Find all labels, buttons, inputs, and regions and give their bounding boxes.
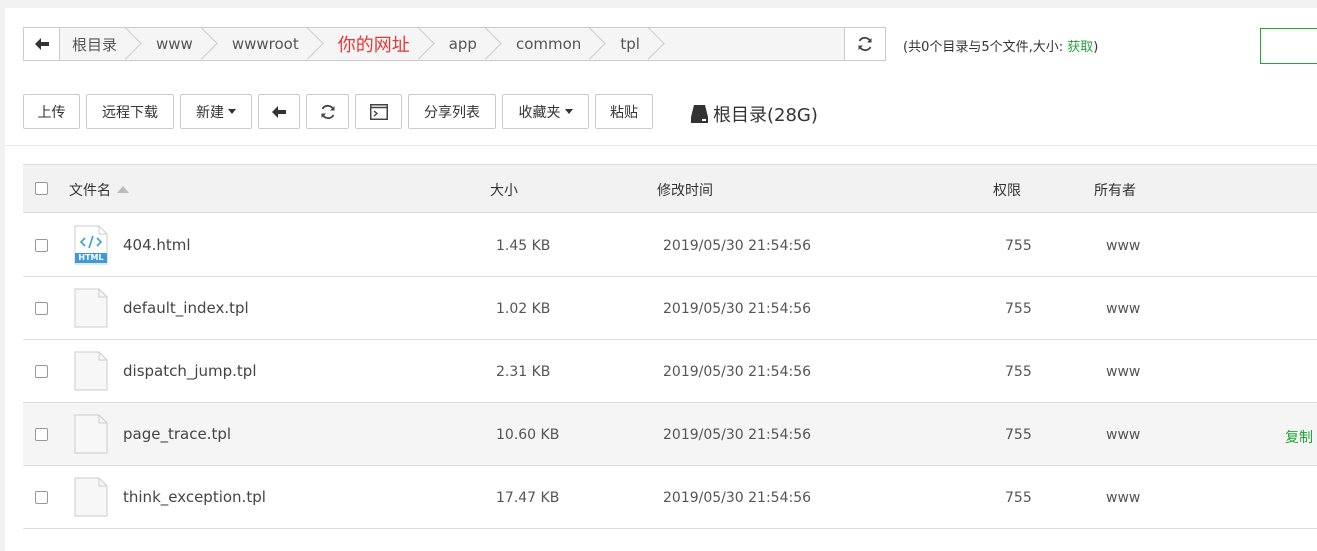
path-back-button[interactable]	[24, 28, 60, 60]
toolbar-divider	[5, 145, 1317, 146]
file-size: 10.60 KB	[496, 427, 560, 443]
file-permission[interactable]: 755	[1005, 364, 1032, 380]
back-button[interactable]	[258, 94, 300, 129]
paste-button[interactable]: 粘贴	[595, 94, 653, 129]
sort-up-icon	[117, 186, 129, 193]
file-size: 17.47 KB	[496, 490, 560, 506]
file-name[interactable]: think_exception.tpl	[123, 488, 266, 506]
file-permission[interactable]: 755	[1005, 427, 1032, 443]
crumb-common[interactable]: common	[499, 28, 603, 60]
caret-down-icon	[564, 109, 573, 114]
file-name[interactable]: default_index.tpl	[123, 299, 249, 317]
favorites-button[interactable]: 收藏夹	[502, 94, 589, 129]
caret-down-icon	[228, 109, 236, 114]
file-name[interactable]: 404.html	[123, 236, 191, 254]
disk-selector[interactable]: 根目录(28G)	[691, 101, 818, 127]
html-file-icon: HTML	[74, 225, 108, 269]
file-owner[interactable]: www	[1106, 301, 1140, 317]
terminal-icon	[369, 103, 388, 120]
arrow-left-icon	[34, 38, 49, 50]
arrow-left-icon	[272, 105, 286, 118]
new-button-label: 新建	[196, 104, 224, 121]
file-mtime: 2019/05/30 21:54:56	[663, 427, 812, 443]
get-size-link[interactable]: 获取	[1067, 40, 1093, 55]
remote-download-button[interactable]: 远程下载	[86, 94, 174, 129]
select-all-checkbox[interactable]	[35, 182, 48, 195]
directory-summary: (共0个目录与5个文件,大小: 获取)	[903, 36, 1098, 55]
summary-prefix: (共0个目录与5个文件,大小:	[903, 40, 1068, 55]
file-permission[interactable]: 755	[1005, 238, 1032, 254]
file-icon	[74, 414, 108, 458]
file-mtime: 2019/05/30 21:54:56	[663, 364, 812, 380]
terminal-button[interactable]	[355, 94, 402, 129]
table-row[interactable]: HTML 404.html 1.45 KB 2019/05/30 21:54:5…	[23, 214, 1317, 277]
html-badge-label: HTML	[78, 253, 104, 262]
upload-button[interactable]: 上传	[23, 94, 80, 129]
hdd-icon	[691, 105, 708, 123]
table-row[interactable]: page_trace.tpl 10.60 KB 2019/05/30 21:54…	[23, 403, 1317, 466]
table-row[interactable]: default_index.tpl 1.02 KB 2019/05/30 21:…	[23, 277, 1317, 340]
file-table-header: 文件名 大小 修改时间 权限 所有者	[23, 164, 1317, 213]
mtime-column-header[interactable]: 修改时间	[657, 180, 713, 200]
crumb-root[interactable]: 根目录	[60, 28, 139, 60]
path-refresh-button[interactable]	[845, 27, 886, 61]
crumb-www[interactable]: www	[139, 28, 215, 60]
row-checkbox[interactable]	[35, 239, 48, 252]
file-size: 2.31 KB	[496, 364, 551, 380]
size-column-header[interactable]: 大小	[490, 180, 518, 200]
file-owner[interactable]: www	[1106, 490, 1140, 506]
crumb-wwwroot[interactable]: wwwroot	[215, 28, 321, 60]
table-row[interactable]: dispatch_jump.tpl 2.31 KB 2019/05/30 21:…	[23, 340, 1317, 403]
row-checkbox[interactable]	[35, 428, 48, 441]
search-input[interactable]	[1260, 28, 1317, 64]
file-mtime: 2019/05/30 21:54:56	[663, 490, 812, 506]
copy-link[interactable]: 复制	[1285, 427, 1313, 447]
row-checkbox[interactable]	[35, 491, 48, 504]
table-row[interactable]: think_exception.tpl 17.47 KB 2019/05/30 …	[23, 466, 1317, 529]
refresh-icon	[858, 36, 872, 52]
owner-column-header[interactable]: 所有者	[1094, 180, 1136, 200]
file-permission[interactable]: 755	[1005, 301, 1032, 317]
row-checkbox[interactable]	[35, 365, 48, 378]
file-name[interactable]: dispatch_jump.tpl	[123, 362, 257, 380]
disk-label: 根目录(28G)	[713, 105, 818, 126]
refresh-button[interactable]	[306, 94, 349, 129]
crumb-site[interactable]: 你的网址	[321, 28, 432, 60]
file-icon	[74, 351, 108, 395]
name-column-header[interactable]: 文件名	[69, 180, 129, 200]
file-owner[interactable]: www	[1106, 427, 1140, 443]
crumb-tpl[interactable]: tpl	[603, 28, 662, 60]
name-header-label: 文件名	[69, 183, 111, 199]
favorites-button-label: 收藏夹	[518, 104, 561, 121]
refresh-icon	[321, 104, 334, 119]
file-owner[interactable]: www	[1106, 238, 1140, 254]
file-permission[interactable]: 755	[1005, 490, 1032, 506]
file-owner[interactable]: www	[1106, 364, 1140, 380]
path-bar: 根目录 www wwwroot 你的网址 app common tpl	[23, 27, 845, 61]
file-size: 1.02 KB	[496, 301, 551, 317]
file-size: 1.45 KB	[496, 238, 551, 254]
file-mtime: 2019/05/30 21:54:56	[663, 301, 812, 317]
file-mtime: 2019/05/30 21:54:56	[663, 238, 812, 254]
file-icon	[74, 477, 108, 521]
row-checkbox[interactable]	[35, 302, 48, 315]
share-list-button[interactable]: 分享列表	[408, 94, 496, 129]
summary-suffix: )	[1093, 40, 1099, 55]
file-manager-panel: 根目录 www wwwroot 你的网址 app common tpl (共0个…	[5, 8, 1317, 551]
file-name[interactable]: page_trace.tpl	[123, 425, 231, 443]
new-button[interactable]: 新建	[180, 94, 252, 129]
file-icon	[74, 288, 108, 332]
perm-column-header[interactable]: 权限	[993, 180, 1021, 200]
crumb-app[interactable]: app	[432, 28, 499, 60]
